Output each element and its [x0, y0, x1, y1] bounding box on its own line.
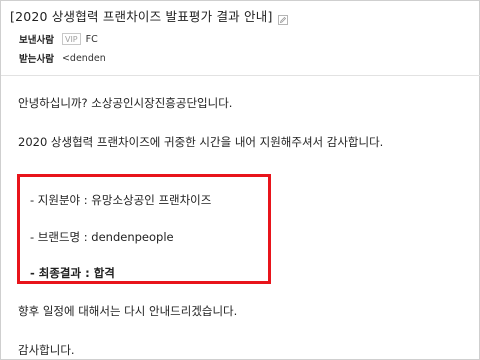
field-text: - 지원분야 : 유망소상공인 프랜차이즈: [30, 193, 212, 207]
recipient-row: 받는사람 <denden: [19, 50, 106, 66]
header-divider: [1, 75, 480, 76]
vip-badge[interactable]: VIP: [61, 33, 81, 45]
thanks-text: 2020 상생협력 프랜차이즈에 귀중한 시간을 내어 지원해주셔서 감사합니다…: [18, 135, 384, 149]
pencil-icon[interactable]: [277, 10, 288, 25]
recipient-address[interactable]: <denden: [62, 53, 106, 64]
brand-text: - 브랜드명 : dendenpeople: [30, 230, 174, 244]
closing-text: 감사합니다.: [18, 343, 75, 357]
greeting-text: 안녕하십니까? 소상공인시장진흥공단입니다.: [18, 96, 233, 110]
sender-address[interactable]: FC: [86, 34, 98, 45]
result-highlight-box: - 지원분야 : 유망소상공인 프랜차이즈 - 브랜드명 : dendenpeo…: [17, 174, 271, 284]
recipient-label: 받는사람: [19, 54, 54, 65]
sender-label: 보낸사람: [19, 35, 54, 46]
email-subject: [2020 상생협력 프랜차이즈 발표평가 결과 안내]: [10, 8, 273, 24]
schedule-text: 향후 일정에 대해서는 다시 안내드리겠습니다.: [18, 304, 238, 318]
email-viewer: [2020 상생협력 프랜차이즈 발표평가 결과 안내] 보낸사람 VIP FC…: [0, 0, 480, 360]
result-text: - 최종결과 : 합격: [30, 266, 115, 280]
sender-row: 보낸사람 VIP FC: [19, 31, 98, 47]
subject-row: [2020 상생협력 프랜차이즈 발표평가 결과 안내]: [10, 6, 288, 25]
